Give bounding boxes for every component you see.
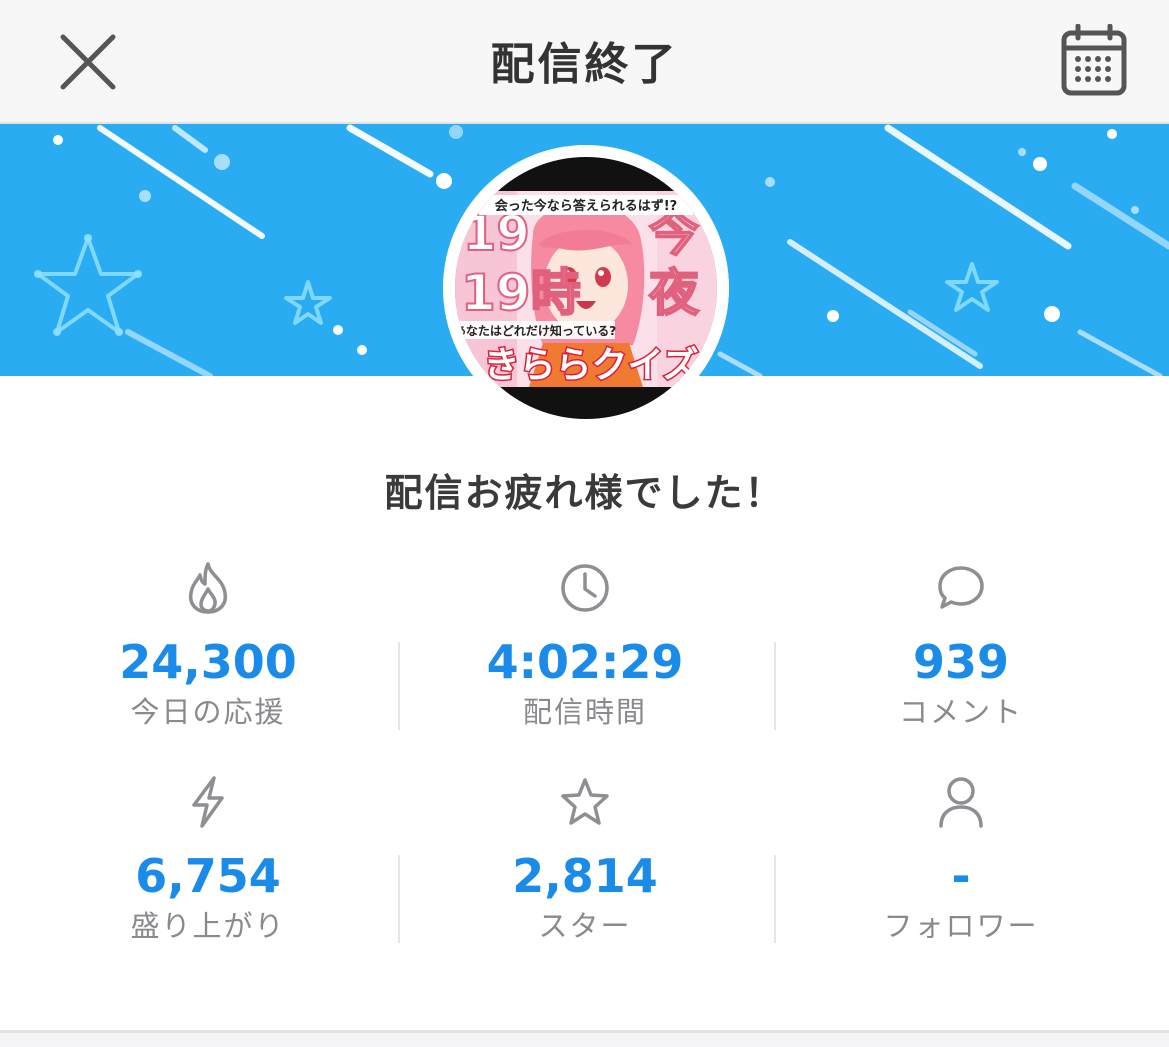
stat-label: 配信時間	[522, 695, 647, 729]
stat-today-support: 24,300 今日の応援	[20, 560, 396, 750]
stat-value: 6,754	[135, 849, 281, 903]
person-icon	[939, 777, 983, 828]
stat-value: 2,814	[512, 849, 658, 903]
clock-icon	[561, 564, 609, 612]
svg-text:きららクイズ: きららクイズ	[484, 344, 699, 386]
avatar: 19 19時 今 夜 会った今なら答えられるはず!? あなたはどれだけ知っている…	[443, 145, 729, 431]
stat-label: 盛り上がり	[130, 909, 286, 943]
stat-excitement: 6,754 盛り上がり	[20, 774, 396, 964]
svg-text:夜: 夜	[648, 264, 700, 322]
stat-label: フォロワー	[883, 909, 1039, 943]
comment-icon	[938, 566, 984, 609]
stat-label: 今日の応援	[130, 695, 286, 729]
bottom-strip	[0, 1033, 1169, 1047]
lightning-icon	[192, 776, 224, 828]
greeting-text: 配信お疲れ様でした！	[384, 471, 785, 515]
header-bar: 配信終了	[0, 0, 1169, 124]
flame-icon	[188, 562, 228, 614]
stat-value: 24,300	[119, 635, 297, 689]
stat-value: 939	[912, 635, 1010, 689]
svg-text:19時: 19時	[461, 264, 581, 322]
stat-value: 4:02:29	[486, 635, 684, 689]
calendar-button[interactable]	[1052, 18, 1136, 102]
stat-comments: 939 コメント	[773, 560, 1149, 750]
stat-followers: - フォロワー	[773, 774, 1149, 964]
divider	[398, 855, 400, 943]
divider	[398, 642, 400, 730]
stream-thumbnail: 19 19時 今 夜 会った今なら答えられるはず!? あなたはどれだけ知っている…	[443, 145, 729, 431]
calendar-icon	[1061, 24, 1127, 96]
divider	[774, 855, 776, 943]
star-icon	[561, 778, 609, 825]
stat-stars: 2,814 スター	[397, 774, 773, 964]
stat-label: コメント	[898, 695, 1023, 729]
svg-text:会った今なら答えられるはず!?: 会った今なら答えられるはず!?	[495, 198, 677, 214]
stat-value: -	[951, 849, 971, 903]
page-title: 配信終了	[490, 39, 679, 90]
divider	[774, 642, 776, 730]
stat-label: スター	[538, 909, 632, 943]
svg-text:あなたはどれだけ知っている?: あなたはどれだけ知っている?	[454, 323, 616, 338]
stat-stream-time: 4:02:29 配信時間	[397, 560, 773, 750]
stats-grid: 24,300 今日の応援 4:02:29 配信時間 939 コメント 6,754…	[20, 560, 1149, 970]
